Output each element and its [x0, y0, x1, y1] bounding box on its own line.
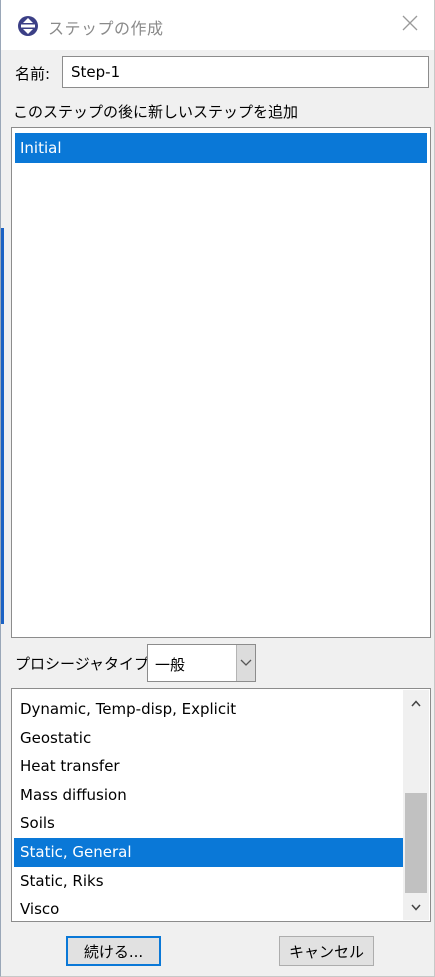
- close-icon: [402, 15, 418, 35]
- abaqus-icon: [17, 15, 39, 37]
- step-name-input[interactable]: [62, 56, 429, 88]
- procedure-type-label: プロシージャタイプ:: [15, 655, 155, 673]
- background-window-edge: [1, 228, 4, 624]
- chevron-down-icon[interactable]: [236, 645, 255, 681]
- procedure-item-selected[interactable]: Static, General: [14, 837, 404, 867]
- procedure-item[interactable]: Soils: [14, 809, 404, 838]
- procedure-type-value: 一般: [155, 656, 186, 674]
- cancel-button[interactable]: キャンセル: [279, 936, 374, 966]
- window-title: ステップの作成: [48, 19, 164, 38]
- procedure-item[interactable]: Geostatic: [14, 724, 404, 753]
- procedure-item[interactable]: Static, Riks: [14, 867, 404, 896]
- create-step-dialog: ステップの作成 名前: このステップの後に新しいステップを追加 Initial …: [0, 0, 435, 977]
- close-button[interactable]: [392, 8, 428, 42]
- scroll-thumb[interactable]: [405, 793, 427, 893]
- procedure-item[interactable]: Visco: [14, 895, 404, 921]
- title-bar: ステップの作成: [1, 0, 434, 50]
- procedure-item[interactable]: Mass diffusion: [14, 781, 404, 810]
- insert-after-label: このステップの後に新しいステップを追加: [13, 103, 299, 121]
- step-item-initial[interactable]: Initial: [15, 133, 427, 163]
- scroll-down-icon[interactable]: [403, 896, 429, 918]
- existing-steps-list[interactable]: Initial: [11, 127, 431, 638]
- procedure-list[interactable]: Dynamic, Temp-disp, Explicit Geostatic H…: [11, 688, 431, 922]
- continue-button[interactable]: 続ける...: [66, 936, 161, 966]
- procedure-list-scrollbar[interactable]: [403, 690, 429, 920]
- name-label: 名前:: [15, 65, 51, 83]
- procedure-item[interactable]: Heat transfer: [14, 752, 404, 781]
- procedure-item[interactable]: Dynamic, Temp-disp, Explicit: [14, 695, 404, 724]
- scroll-up-icon[interactable]: [403, 692, 429, 714]
- procedure-type-select[interactable]: 一般: [147, 644, 256, 682]
